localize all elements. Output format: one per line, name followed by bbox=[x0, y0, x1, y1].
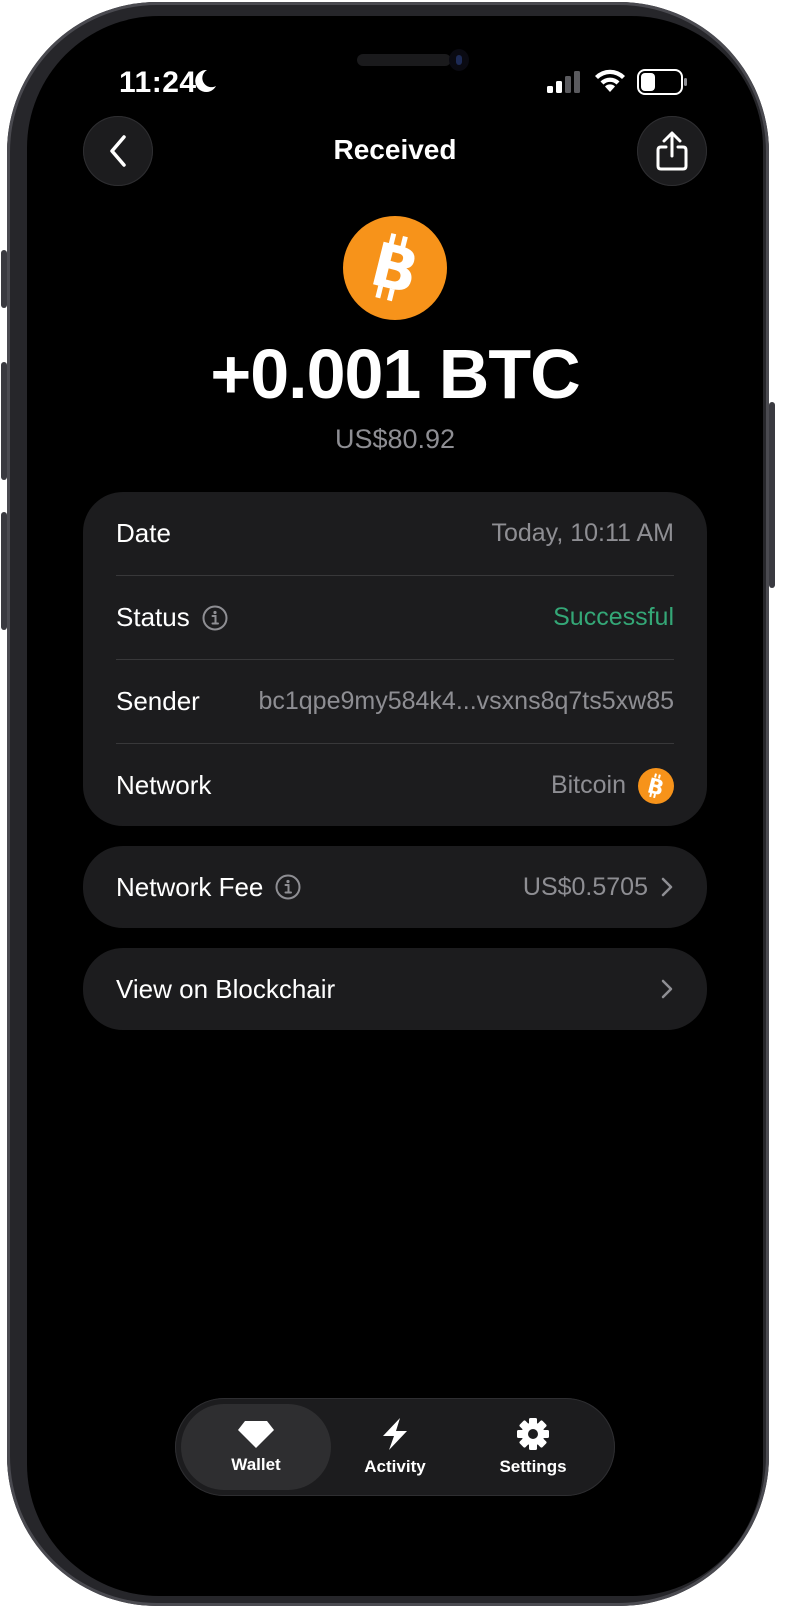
volume-down-button bbox=[1, 512, 7, 630]
info-icon[interactable] bbox=[275, 874, 301, 900]
gear-icon bbox=[517, 1418, 549, 1450]
transaction-amount: +0.001 BTC bbox=[210, 335, 580, 413]
sender-row: Sender bc1qpe9my584k4...vsxns8q7ts5xw85 bbox=[116, 660, 674, 743]
network-fee-label: Network Fee bbox=[116, 871, 264, 902]
tab-wallet-label: Wallet bbox=[231, 1455, 281, 1474]
date-label: Date bbox=[116, 518, 171, 548]
speaker-grille bbox=[357, 54, 451, 66]
status-row: Status Successful bbox=[116, 576, 674, 659]
status-value: Successful bbox=[553, 603, 674, 631]
network-value: Bitcoin bbox=[550, 771, 626, 799]
network-fee-value: US$0.5705 bbox=[522, 872, 648, 901]
info-icon[interactable] bbox=[202, 605, 228, 631]
chevron-right-icon bbox=[661, 979, 673, 999]
tab-bar: Wallet Activity Settings bbox=[175, 1398, 615, 1496]
sender-label: Sender bbox=[116, 686, 200, 716]
bitcoin-icon: B bbox=[638, 767, 674, 804]
fiat-amount: US$80.92 bbox=[334, 424, 456, 454]
network-label: Network bbox=[116, 770, 212, 800]
network-fee-row[interactable]: Network Fee US$0.5705 bbox=[83, 846, 707, 928]
battery-icon bbox=[637, 69, 687, 95]
transaction-details-card: Date Today, 10:11 AM Status Successful S… bbox=[83, 492, 707, 826]
screen: 11:24 Received B +0.001 BTC US$80.92 Dat… bbox=[27, 16, 763, 1596]
share-button[interactable] bbox=[637, 116, 707, 186]
wifi-icon bbox=[595, 69, 625, 92]
tab-activity[interactable]: Activity bbox=[320, 1404, 470, 1490]
date-row: Date Today, 10:11 AM bbox=[116, 492, 674, 575]
network-value-group: Bitcoin B bbox=[550, 767, 674, 804]
sender-address[interactable]: bc1qpe9my584k4...vsxns8q7ts5xw85 bbox=[258, 687, 674, 716]
tab-settings[interactable]: Settings bbox=[458, 1404, 608, 1490]
share-icon bbox=[656, 131, 688, 171]
status-label-group: Status bbox=[116, 602, 228, 633]
phone-frame: 11:24 Received B +0.001 BTC US$80.92 Dat… bbox=[1, 2, 775, 1606]
bitcoin-logo-icon: B bbox=[343, 216, 447, 320]
diamond-icon bbox=[238, 1421, 274, 1448]
tab-settings-label: Settings bbox=[499, 1457, 567, 1476]
tab-wallet[interactable]: Wallet bbox=[181, 1404, 331, 1490]
power-button bbox=[769, 402, 775, 588]
chevron-right-icon bbox=[661, 877, 673, 897]
view-on-blockchair-label: View on Blockchair bbox=[116, 973, 336, 1004]
volume-up-button bbox=[1, 362, 7, 480]
network-row: Network Bitcoin B bbox=[116, 744, 674, 827]
network-fee-label-group: Network Fee bbox=[116, 872, 301, 903]
tab-activity-label: Activity bbox=[364, 1457, 426, 1476]
view-on-blockchair-row[interactable]: View on Blockchair bbox=[83, 948, 707, 1030]
date-value: Today, 10:11 AM bbox=[491, 519, 674, 547]
action-button bbox=[1, 250, 7, 308]
status-time: 11:24 bbox=[119, 66, 197, 99]
cellular-signal-icon bbox=[547, 71, 580, 93]
moon-icon bbox=[195, 69, 216, 92]
status-label: Status bbox=[116, 602, 190, 632]
network-fee-value-group: US$0.5705 bbox=[523, 873, 674, 902]
front-camera bbox=[449, 49, 469, 71]
bolt-icon bbox=[383, 1418, 407, 1450]
